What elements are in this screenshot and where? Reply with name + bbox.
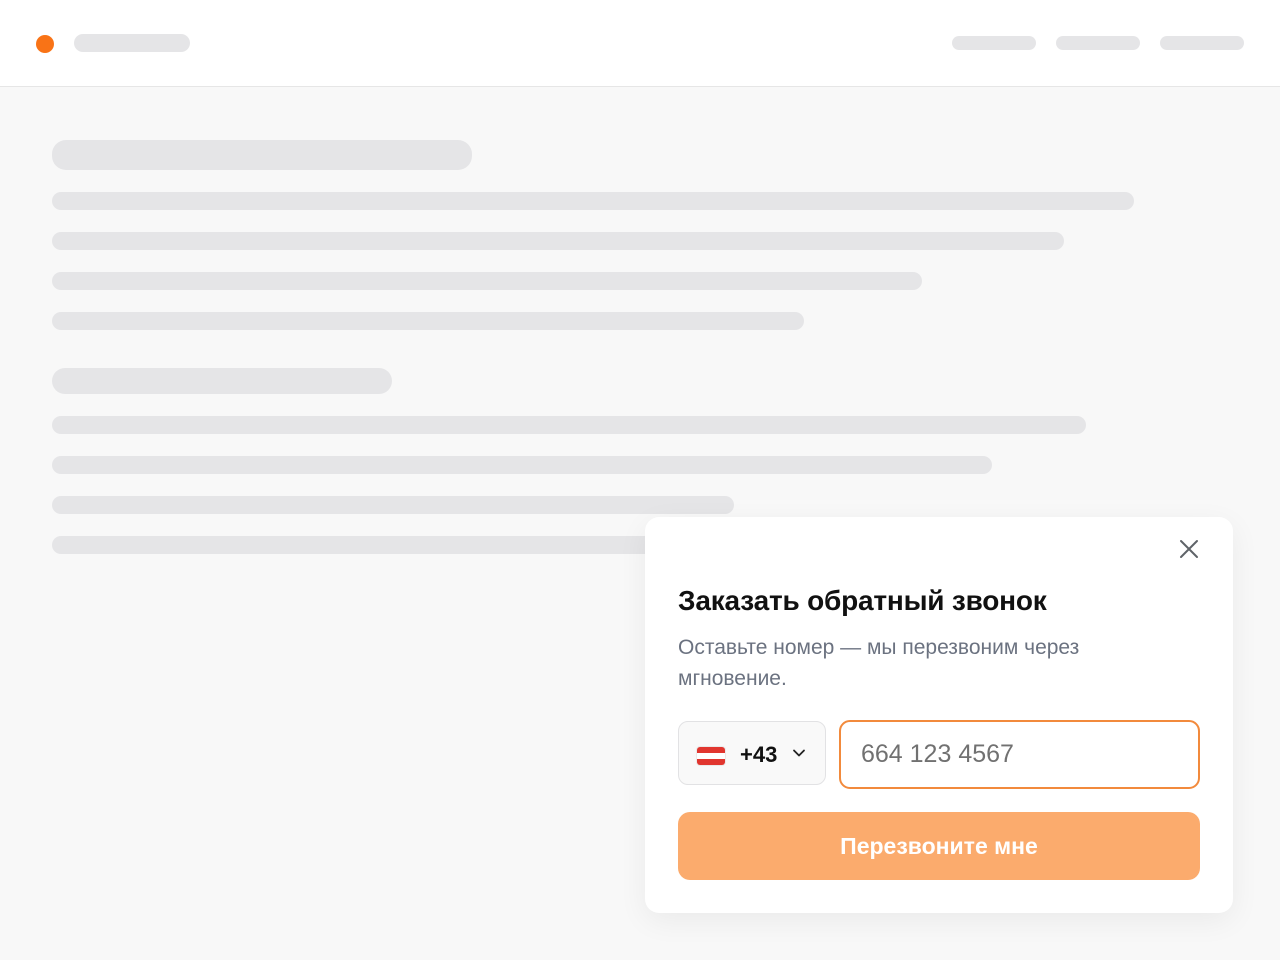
popup-title: Заказать обратный звонок [678, 585, 1047, 616]
skeleton-heading [52, 368, 392, 394]
dial-code: +43 [740, 742, 778, 767]
header [0, 0, 1280, 87]
phone-input[interactable] [839, 720, 1200, 789]
skeleton-heading [52, 140, 472, 170]
austria-flag-icon [697, 747, 725, 765]
popup-subtitle: Оставьте номер — мы перезвоним через мгн… [678, 636, 1080, 690]
skeleton-line [52, 312, 804, 330]
skeleton-line [52, 192, 1134, 210]
callback-popup: Заказать обратный звонок Оставьте номер … [645, 517, 1233, 913]
skeleton-line [52, 272, 922, 290]
chevron-down-icon [793, 749, 805, 757]
skeleton-line [52, 456, 992, 474]
skeleton-line [52, 232, 1064, 250]
nav-item-placeholder [1056, 36, 1140, 50]
logo-dot-icon[interactable] [36, 35, 54, 53]
skeleton-line [52, 536, 672, 554]
skeleton-line [52, 416, 1086, 434]
close-button[interactable] [1175, 535, 1203, 563]
nav-item-placeholder [1160, 36, 1244, 50]
close-icon [1180, 540, 1198, 558]
nav-item-placeholder [952, 36, 1036, 50]
callback-submit-button[interactable]: Перезвоните мне [678, 812, 1200, 880]
logo-placeholder [74, 34, 190, 52]
skeleton-line [52, 496, 734, 514]
country-code-select[interactable]: +43 [678, 721, 826, 785]
